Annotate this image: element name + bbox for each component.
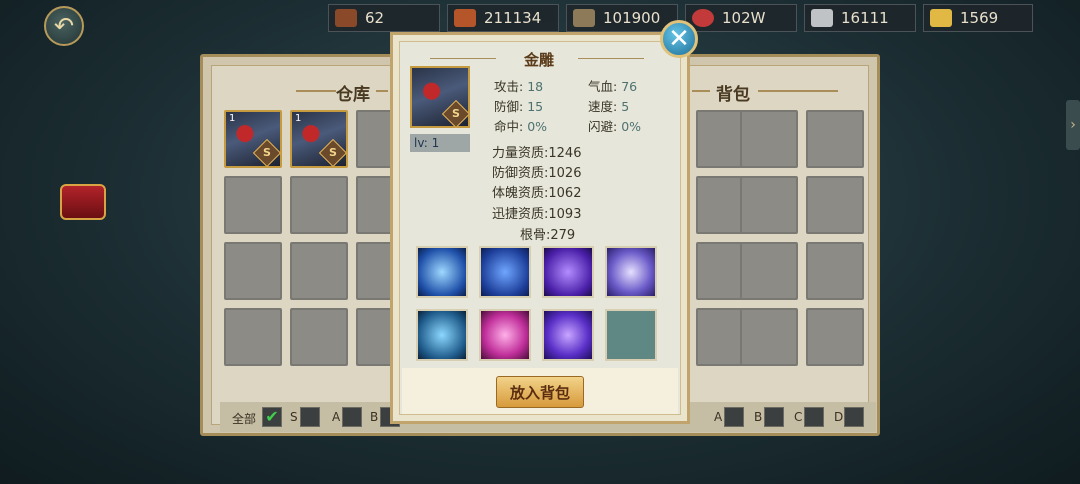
title-ornament <box>578 58 644 59</box>
warehouse-title: 仓库 <box>336 85 370 105</box>
close-button[interactable]: ✕ <box>660 20 698 58</box>
filter-label-a: A <box>332 410 341 424</box>
aptitude-agility: 迅捷资质:1093 <box>492 207 582 222</box>
warehouse-slot[interactable] <box>290 242 348 300</box>
warehouse-slot[interactable] <box>290 176 348 234</box>
warehouse-slot[interactable] <box>290 308 348 366</box>
backpack-slot[interactable] <box>806 308 864 366</box>
stat-hp: 气血: 76 <box>588 79 638 94</box>
ingot-stack-icon <box>573 9 595 27</box>
purple-whirl-skill-icon[interactable] <box>542 309 594 361</box>
resource-badge: 62 <box>328 4 440 32</box>
filter-a-checkbox[interactable] <box>342 407 362 427</box>
filter-label-s: S <box>290 410 298 424</box>
resource-value: 16111 <box>841 9 889 27</box>
resource-value: 211134 <box>484 9 542 27</box>
vortex-skill-icon[interactable] <box>605 246 657 298</box>
backpack-slot[interactable] <box>740 110 798 168</box>
title-ornament <box>376 90 388 92</box>
bag-filter-label-a: A <box>714 410 723 424</box>
resource-gold: 1569 <box>923 4 1033 32</box>
backpack-slot[interactable] <box>806 176 864 234</box>
pink-heart-skill-icon[interactable] <box>479 309 531 361</box>
title-ornament <box>758 90 838 92</box>
resource-value: 1569 <box>960 9 999 27</box>
bag-filter-a-checkbox[interactable] <box>724 407 744 427</box>
warehouse-slot[interactable] <box>224 242 282 300</box>
red-die-icon <box>692 9 714 27</box>
resource-die: 102W <box>685 4 797 32</box>
bag-filter-c-checkbox[interactable] <box>804 407 824 427</box>
stat-speed: 速度: 5 <box>588 99 630 114</box>
bag-filter-label-d: D <box>834 410 844 424</box>
backpack-title: 背包 <box>716 85 750 105</box>
filter-label-all: 全部 <box>232 412 257 426</box>
pet-name: 金雕 <box>524 51 555 69</box>
pet-level: lv: 1 <box>414 136 440 150</box>
warehouse-slot[interactable]: 1 S <box>290 110 348 168</box>
back-button[interactable]: ↶ <box>44 6 84 46</box>
put-in-bag-button[interactable]: 放入背包 <box>496 376 584 408</box>
stat-attack: 攻击: 18 <box>494 79 544 94</box>
backpack-slot[interactable] <box>740 308 798 366</box>
bag-filter-d-checkbox[interactable] <box>844 407 864 427</box>
bricks-icon <box>454 9 476 27</box>
bag-filter-label-c: C <box>794 410 803 424</box>
backpack-slot[interactable] <box>740 242 798 300</box>
back-arrow-icon: ↶ <box>53 12 75 40</box>
bag-filter-b-checkbox[interactable] <box>764 407 784 427</box>
check-icon: ✔ <box>265 407 279 426</box>
aptitude-bone: 根骨:279 <box>520 228 576 243</box>
title-ornament <box>430 58 496 59</box>
resource-silver: 16111 <box>804 4 916 32</box>
filter-all-checkbox[interactable]: ✔ <box>262 407 282 427</box>
resource-ingot-stack: 101900 <box>566 4 678 32</box>
title-ornament <box>296 90 336 92</box>
warehouse-slot[interactable]: 1 S <box>224 110 282 168</box>
resource-value: 101900 <box>603 9 661 27</box>
stat-hit: 命中: 0% <box>494 119 548 134</box>
backpack-slot[interactable] <box>806 110 864 168</box>
aptitude-physique: 体魄资质:1062 <box>492 186 582 201</box>
silver-ingot-icon <box>811 9 833 27</box>
badge-icon <box>335 9 357 27</box>
stat-defense: 防御: 15 <box>494 99 544 114</box>
title-ornament <box>692 90 710 92</box>
side-expand-arrow-icon[interactable]: › <box>1066 100 1080 150</box>
locked-skill-slot-icon[interactable] <box>605 309 657 361</box>
filter-s-checkbox[interactable] <box>300 407 320 427</box>
backpack-slot[interactable] <box>740 176 798 234</box>
close-icon: ✕ <box>668 24 690 54</box>
purple-slash-skill-icon[interactable] <box>542 246 594 298</box>
aptitude-defense: 防御资质:1026 <box>492 166 582 181</box>
pet-portrait: S <box>410 66 471 129</box>
shield-skill-icon[interactable] <box>479 246 531 298</box>
treasure-chest-icon[interactable] <box>60 184 106 220</box>
item-count: 1 <box>229 113 236 124</box>
bag-filter-label-b: B <box>754 410 763 424</box>
gold-ingot-icon <box>930 9 952 27</box>
warehouse-slot[interactable] <box>224 176 282 234</box>
lightning-skill-icon[interactable] <box>416 246 468 298</box>
resource-value: 62 <box>365 9 385 27</box>
aptitude-strength: 力量资质:1246 <box>492 146 582 161</box>
ice-spike-skill-icon[interactable] <box>416 309 468 361</box>
warehouse-slot[interactable] <box>224 308 282 366</box>
resource-bricks: 211134 <box>447 4 559 32</box>
filter-label-b: B <box>370 410 379 424</box>
resource-value: 102W <box>722 9 766 27</box>
stat-dodge: 闪避: 0% <box>588 119 642 134</box>
item-count: 1 <box>295 113 302 124</box>
backpack-slot[interactable] <box>806 242 864 300</box>
